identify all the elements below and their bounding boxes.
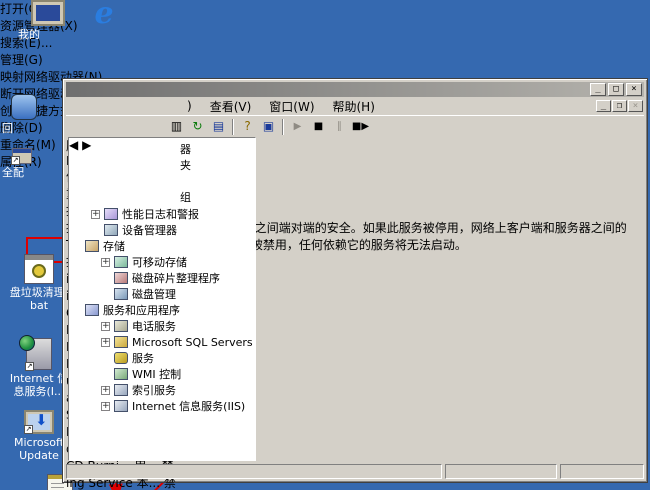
menu-window[interactable]: 窗口(W) <box>260 96 323 117</box>
tree-item[interactable]: + 可移动存储 <box>70 254 254 270</box>
bat-file-icon <box>24 254 54 284</box>
tree-item[interactable]: + 磁盘碎片整理程序 <box>70 270 254 286</box>
properties-icon[interactable]: ▥ <box>167 118 186 136</box>
desktop-icon-security-config[interactable]: ↗ 全配 <box>2 148 42 179</box>
desktop: 我的 e 回 ↗ 全配 盘垃圾清理. bat ↗ Internet 信 息服务(… <box>0 0 650 490</box>
tree-item[interactable]: + 性能日志和警报 <box>70 206 254 222</box>
tree-item-icon <box>104 208 118 220</box>
tree-item-icon <box>85 304 99 316</box>
show-console-tree-icon[interactable]: ▣ <box>259 118 278 136</box>
my-computer-icon <box>31 0 65 26</box>
tree-item-icon <box>114 320 128 332</box>
tree-item-icon <box>85 240 99 252</box>
toolbar: ▥ ↻ ▤ ? ▣ ▶ ■ ∥ ■▶ <box>66 115 644 137</box>
tree-item[interactable]: + 索引服务 <box>70 382 254 398</box>
shortcut-arrow-icon: ↗ <box>24 425 33 434</box>
export-list-icon[interactable]: ▤ <box>209 118 228 136</box>
expand-plus-icon[interactable]: + <box>101 337 110 347</box>
tree-item-icon <box>104 224 118 236</box>
menu-partial: ) <box>187 99 192 113</box>
expand-plus-icon[interactable]: + <box>101 321 110 331</box>
pause-service-icon[interactable]: ∥ <box>330 118 349 136</box>
tree-item[interactable]: + 设备管理器 <box>70 222 254 238</box>
microsoft-update-icon: ⬇ ↗ <box>24 410 54 434</box>
console-main-area: 器 夹 组 + 性能日志和警报 设备管理器 存储 + 可移动存储 磁盘碎片整理程… <box>66 137 644 490</box>
desktop-icon-documents[interactable]: 回 <box>2 94 46 135</box>
context-menu-item[interactable]: 搜索(E)... <box>0 34 650 51</box>
tree-item[interactable]: + 电话服务 <box>70 318 254 334</box>
mdi-close-button[interactable]: × <box>628 100 643 112</box>
iis-server-icon: ↗ <box>19 335 52 371</box>
mdi-restore-button[interactable]: ❐ <box>612 100 627 112</box>
documents-icon <box>11 94 37 120</box>
tree-item[interactable]: + 服务和应用程序 <box>70 302 254 318</box>
close-button[interactable]: × <box>626 83 642 96</box>
restart-service-icon[interactable]: ■▶ <box>351 118 370 136</box>
minimize-button[interactable]: _ <box>590 83 606 96</box>
expand-plus-icon[interactable]: + <box>91 209 100 219</box>
tree-item[interactable]: + Internet 信息服务(IIS) <box>70 398 254 414</box>
start-service-icon[interactable]: ▶ <box>288 118 307 136</box>
expand-plus-icon[interactable]: + <box>101 401 110 411</box>
context-menu-item[interactable]: 管理(G) <box>0 51 650 68</box>
menu-view[interactable]: 查看(V) <box>201 96 261 117</box>
shortcut-arrow-icon: ↗ <box>11 156 20 165</box>
tree-item-fragment[interactable]: 组 <box>70 190 254 206</box>
menu-bar: ) 查看(V) 窗口(W) 帮助(H) _ ❐ × <box>66 97 644 115</box>
desktop-icon-my-computer[interactable]: 我的 <box>18 0 78 41</box>
security-config-icon: ↗ <box>11 148 32 165</box>
tree-item-icon <box>114 256 128 268</box>
tree-item-icon <box>114 352 128 364</box>
shortcut-arrow-icon: ↗ <box>25 362 34 371</box>
tree-item[interactable]: + 存储 <box>70 238 254 254</box>
tree-item-icon <box>114 336 128 348</box>
internet-explorer-icon: e <box>94 0 114 31</box>
globe-icon <box>19 335 35 351</box>
tree-item-icon <box>114 400 128 412</box>
expand-plus-icon[interactable]: + <box>101 257 110 267</box>
tree-item[interactable]: + WMI 控制 <box>70 366 254 382</box>
expand-plus-icon[interactable]: + <box>101 385 110 395</box>
tree-item-fragment[interactable] <box>70 174 254 190</box>
computer-management-window: _ □ × ) 查看(V) 窗口(W) 帮助(H) _ ❐ × ▥ ↻ ▤ ? … <box>62 78 648 490</box>
tree-item[interactable]: + 服务 <box>70 350 254 366</box>
tree-item[interactable]: + 磁盘管理 <box>70 286 254 302</box>
tree-item-icon <box>114 384 128 396</box>
maximize-button[interactable]: □ <box>608 83 624 96</box>
help-icon[interactable]: ? <box>238 118 257 136</box>
menu-help[interactable]: 帮助(H) <box>324 96 384 117</box>
tree-item-fragment[interactable]: 夹 <box>70 158 254 174</box>
desktop-icon-internet-explorer[interactable]: e <box>86 0 122 32</box>
tree-item[interactable]: + Microsoft SQL Servers <box>70 334 254 350</box>
refresh-icon[interactable]: ↻ <box>188 118 207 136</box>
console-tree-pane: 器 夹 组 + 性能日志和警报 设备管理器 存储 + 可移动存储 磁盘碎片整理程… <box>68 137 256 461</box>
stop-service-icon[interactable]: ■ <box>309 118 328 136</box>
status-bar <box>66 464 644 479</box>
mdi-minimize-button[interactable]: _ <box>596 100 611 112</box>
tree-item-icon <box>114 368 128 380</box>
tree-item-icon <box>114 272 128 284</box>
console-tree: 器 夹 组 + 性能日志和警报 设备管理器 存储 + 可移动存储 磁盘碎片整理程… <box>70 139 254 443</box>
tree-item-icon <box>114 288 128 300</box>
tree-item-fragment[interactable]: 器 <box>70 142 254 158</box>
